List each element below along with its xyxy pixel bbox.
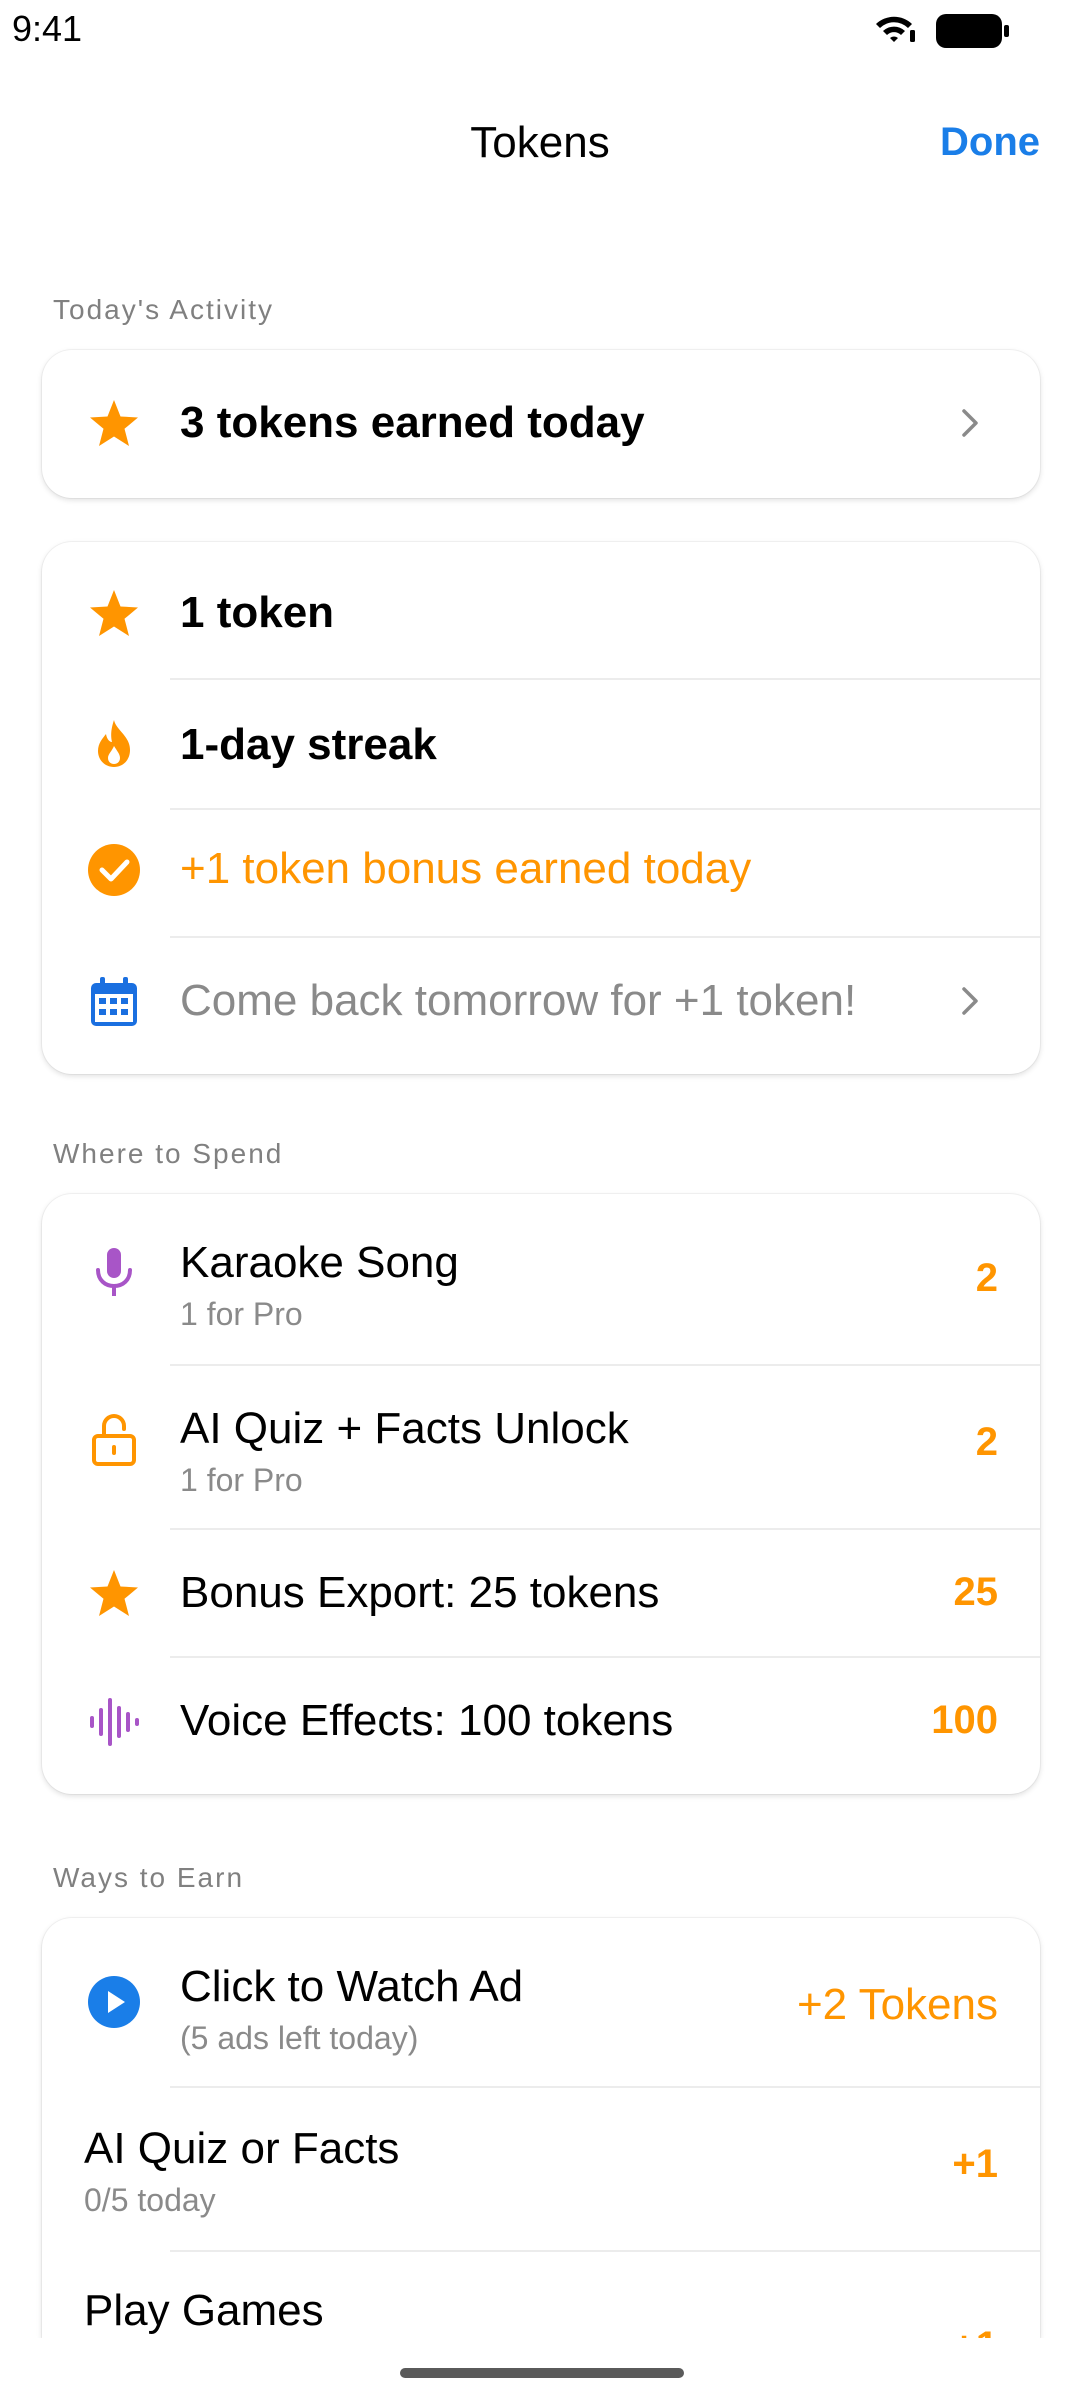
spend-item-bonus-export[interactable]: Bonus Export: 25 tokens 25 [42,1530,1040,1658]
spend-item-title: AI Quiz + Facts Unlock [180,1404,629,1453]
earn-item-subtitle: 0/5 today [84,2182,216,2218]
earn-item-title: AI Quiz or Facts [84,2124,400,2173]
chevron-right-icon [956,406,984,440]
calendar-icon [86,974,142,1030]
spend-item-karaoke-song[interactable]: Karaoke Song 1 for Pro 2 [42,1194,1040,1356]
spend-item-title: Voice Effects: 100 tokens [180,1696,674,1745]
earn-item-reward: +1 [952,2142,998,2186]
wifi-icon [872,14,916,46]
earn-item-subtitle: (5 ads left today) [180,2020,419,2056]
list-item: 1 token [42,542,1040,670]
spend-item-voice-effects[interactable]: Voice Effects: 100 tokens 100 [42,1658,1040,1794]
spend-item-ai-quiz-facts-unlock[interactable]: AI Quiz + Facts Unlock 1 for Pro 2 [42,1366,1040,1528]
star-icon [86,396,142,452]
flame-icon [86,716,142,772]
section-header-ways-to-earn: Ways to Earn [53,1862,245,1893]
bonus-earned-label: +1 token bonus earned today [180,844,752,893]
spend-item-cost: 2 [975,1420,998,1464]
earn-item-ai-quiz-or-facts[interactable]: AI Quiz or Facts 0/5 today +1 [42,2088,1040,2250]
spend-item-cost: 25 [953,1570,999,1614]
section-header-todays-activity: Today's Activity [53,294,274,325]
tokens-earned-summary-card[interactable]: 3 tokens earned today [42,350,1040,498]
spend-item-cost: 100 [931,1698,998,1742]
spend-item-subtitle: 1 for Pro [180,1296,303,1332]
play-circle-icon [86,1974,142,2030]
star-icon [86,586,142,642]
streak-details-card: 1 token 1-day streak +1 token bonus earn [42,542,1040,1074]
battery-icon [936,14,1010,48]
tokens-screen: 9:41 Tokens Done Today's Activity 3 toke… [0,0,1080,2400]
ways-to-earn-card: Click to Watch Ad (5 ads left today) +2 … [42,1918,1040,2338]
earn-item-reward: +1 [952,2324,998,2338]
page-title: Tokens [470,118,610,167]
status-bar: 9:41 [0,0,1080,60]
earn-item-title: Play Games [84,2286,324,2335]
checkmark-circle-icon [86,842,142,898]
status-time: 9:41 [12,8,83,49]
done-button[interactable]: Done [940,120,1040,165]
come-back-tomorrow-label: Come back tomorrow for +1 token! [180,976,857,1025]
token-count-label: 1 token [180,588,335,637]
spend-item-subtitle: 1 for Pro [180,1462,303,1498]
earn-item-title: Click to Watch Ad [180,1962,524,2011]
star-icon [86,1566,142,1622]
earn-item-watch-ad[interactable]: Click to Watch Ad (5 ads left today) +2 … [42,1918,1040,2086]
home-indicator[interactable] [400,2368,684,2378]
earn-item-play-games[interactable]: Play Games +1 [42,2252,1040,2338]
section-header-where-to-spend: Where to Spend [53,1138,284,1169]
list-item: +1 token bonus earned today [42,810,1040,938]
spend-item-cost: 2 [975,1256,998,1300]
earn-item-reward: +2 Tokens [796,1980,998,2029]
where-to-spend-card: Karaoke Song 1 for Pro 2 AI Quiz + Facts… [42,1194,1040,1794]
list-item: 1-day streak [42,680,1040,808]
waveform-icon [86,1694,142,1750]
spend-item-title: Karaoke Song [180,1238,459,1287]
spend-item-title: Bonus Export: 25 tokens [180,1568,660,1617]
come-back-tomorrow-row[interactable]: Come back tomorrow for +1 token! [42,938,1040,1074]
chevron-right-icon [956,984,984,1018]
streak-label: 1-day streak [180,720,437,769]
microphone-icon [86,1244,142,1300]
tokens-earned-today-label: 3 tokens earned today [180,398,645,447]
lock-open-icon [86,1412,142,1468]
